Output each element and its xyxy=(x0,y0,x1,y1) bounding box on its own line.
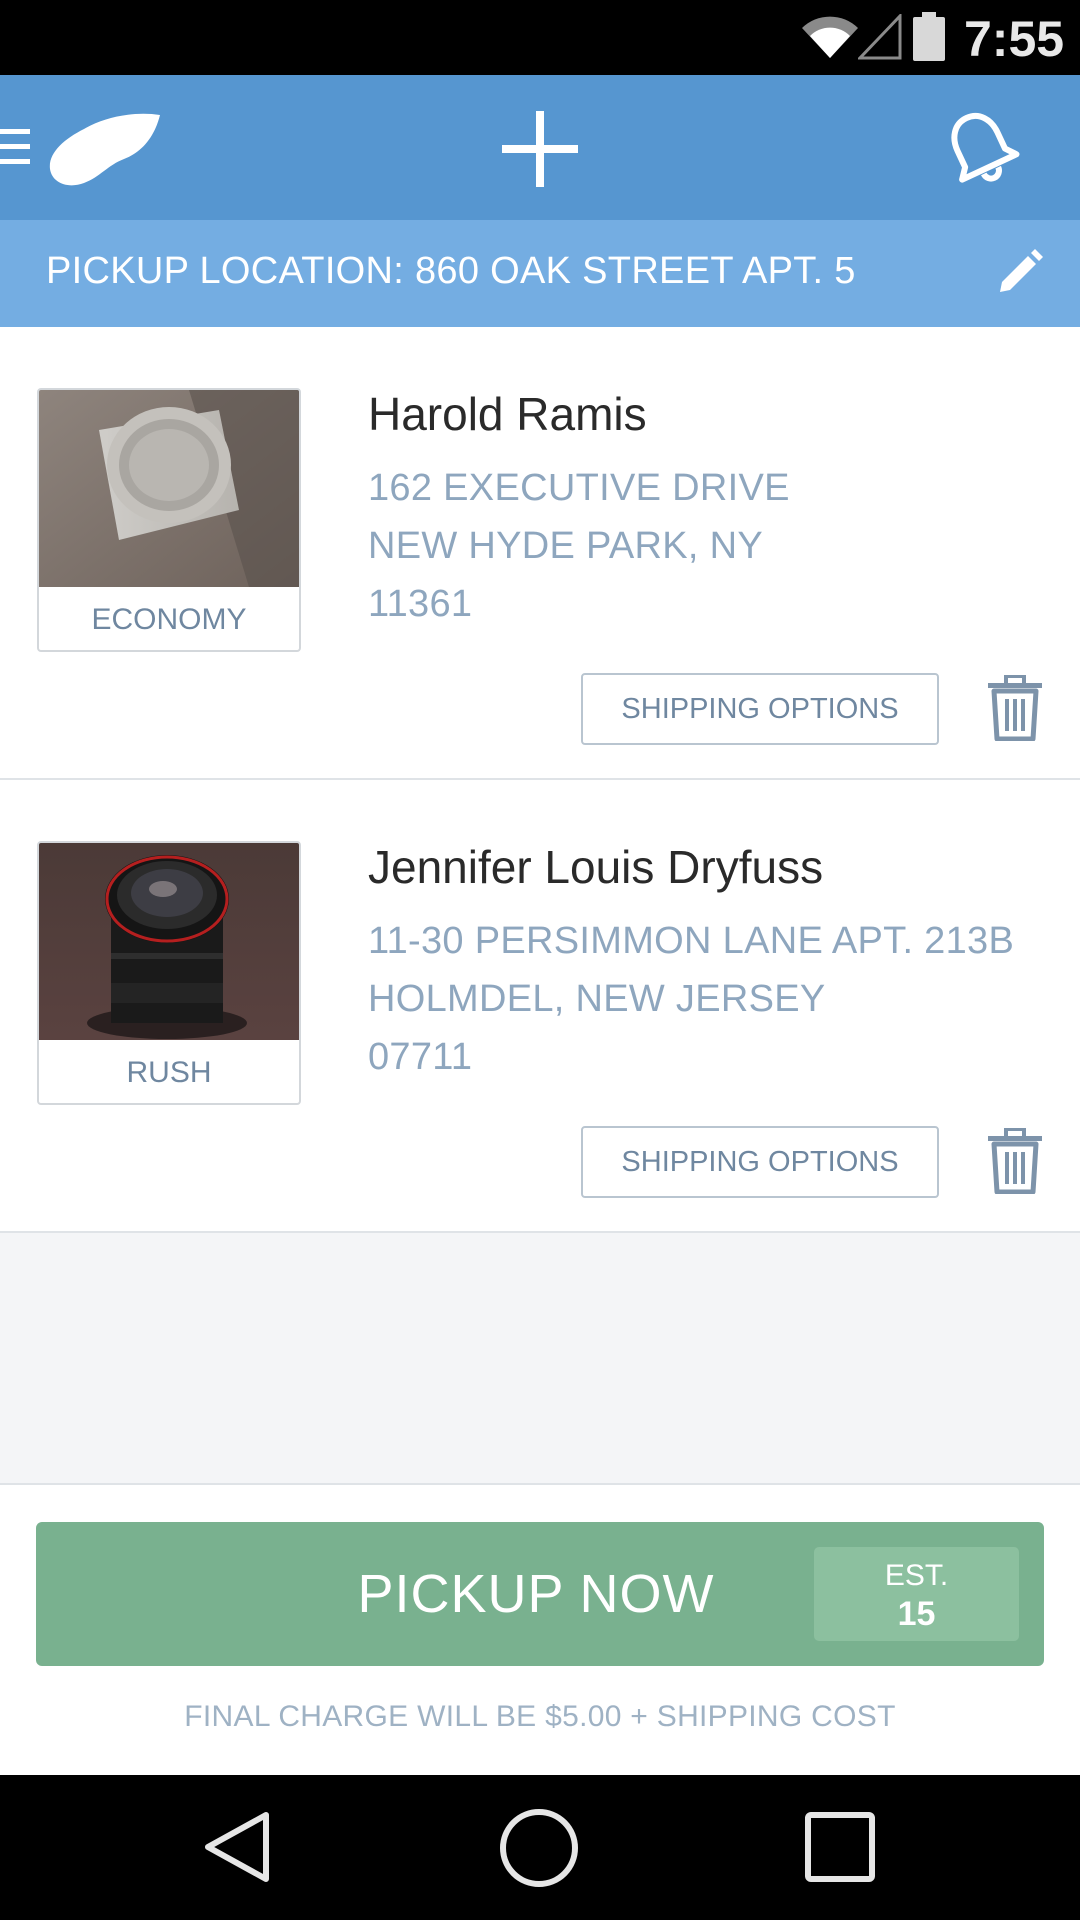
speaker-photo xyxy=(39,390,299,587)
address-line-1: 162 EXECUTIVE DRIVE xyxy=(368,467,790,509)
list-item: ECONOMY Harold Ramis 162 EXECUTIVE DRIVE… xyxy=(0,327,1080,780)
service-level-label: ECONOMY xyxy=(91,603,247,636)
recipient-name: Jennifer Louis Dryfuss xyxy=(368,841,824,893)
empty-list-area xyxy=(0,1233,1080,1485)
bell-icon[interactable] xyxy=(940,107,1020,187)
battery-icon xyxy=(913,12,945,61)
status-bar: 7:55 xyxy=(0,0,1080,75)
status-time: 7:55 xyxy=(964,11,1065,67)
back-icon[interactable] xyxy=(200,1809,276,1885)
final-charge-note: FINAL CHARGE WILL BE $5.00 + SHIPPING CO… xyxy=(184,1700,896,1733)
estimate-label: EST. xyxy=(884,1559,949,1592)
recents-icon[interactable] xyxy=(804,1811,876,1883)
pencil-icon[interactable] xyxy=(994,246,1046,298)
shipping-options-button[interactable]: SHIPPING OPTIONS xyxy=(581,1126,939,1198)
trash-icon[interactable] xyxy=(986,1128,1044,1194)
address-line-1: 11-30 PERSIMMON LANE APT. 213B xyxy=(368,920,1015,962)
service-level-label: RUSH xyxy=(126,1056,212,1089)
wifi-icon xyxy=(802,16,858,59)
address-zip: 07711 xyxy=(368,1036,473,1078)
shipment-thumbnail[interactable]: RUSH xyxy=(37,841,301,1105)
shipping-options-button[interactable]: SHIPPING OPTIONS xyxy=(581,673,939,745)
signal-icon xyxy=(858,14,902,60)
list-item: RUSH Jennifer Louis Dryfuss 11-30 PERSIM… xyxy=(0,780,1080,1233)
trash-icon[interactable] xyxy=(986,675,1044,741)
pickup-location-text: PICKUP LOCATION: 860 OAK STREET APT. 5 xyxy=(46,250,856,292)
home-icon[interactable] xyxy=(498,1807,580,1889)
pickup-now-button[interactable]: PICKUP NOW EST. 15 xyxy=(36,1522,1044,1666)
recipient-name: Harold Ramis xyxy=(368,388,647,440)
address-line-2: HOLMDEL, NEW JERSEY xyxy=(368,978,826,1020)
shipment-thumbnail[interactable]: ECONOMY xyxy=(37,388,301,652)
address-line-2: NEW HYDE PARK, NY xyxy=(368,525,764,567)
estimate-value: 15 xyxy=(897,1595,936,1633)
camera-lens-photo xyxy=(39,843,299,1040)
pickup-location-bar: PICKUP LOCATION: 860 OAK STREET APT. 5 xyxy=(0,220,1080,327)
address-zip: 11361 xyxy=(368,583,473,625)
logo-wing-icon[interactable] xyxy=(44,109,162,189)
system-nav-bar xyxy=(0,1775,1080,1920)
app-bar xyxy=(0,75,1080,220)
add-icon[interactable] xyxy=(500,109,580,189)
menu-icon[interactable] xyxy=(0,123,32,171)
estimate-badge: EST. 15 xyxy=(814,1547,1019,1641)
